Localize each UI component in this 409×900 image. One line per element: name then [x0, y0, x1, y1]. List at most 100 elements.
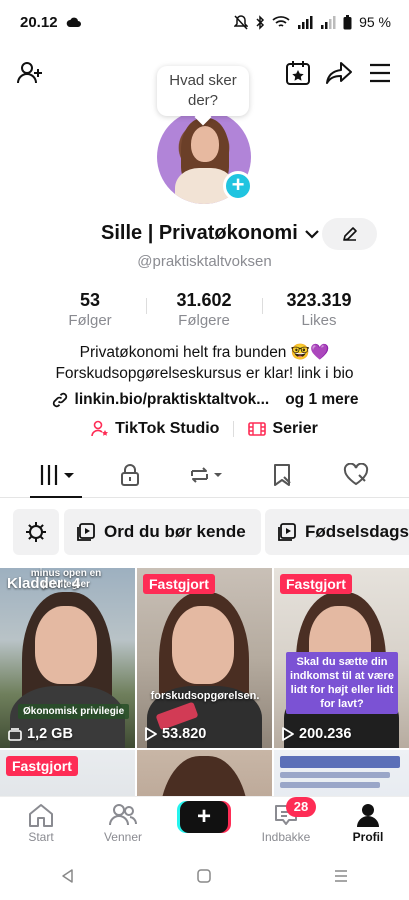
heart-icon	[343, 463, 369, 486]
stat-following[interactable]: 53 Følger	[35, 290, 145, 329]
stat-followers[interactable]: 31.602 Følgere	[149, 290, 259, 329]
playlist-icon	[77, 523, 95, 541]
stat-likes-value: 323.319	[286, 290, 352, 310]
bluetooth-icon	[256, 14, 265, 30]
tile-2-views: 53.820	[162, 726, 207, 742]
mute-bell-icon	[234, 14, 249, 30]
home-icon	[29, 804, 53, 827]
drafts-label: Kladder: 4	[7, 575, 81, 592]
bio-link-more[interactable]: og 1 mere	[285, 391, 358, 409]
back-icon[interactable]	[60, 868, 76, 884]
bio-link[interactable]: linkin.bio/praktisktaltvok...	[75, 391, 270, 409]
video-tile-drafts[interactable]: minus open en privilegier Kladder: 4 Øko…	[0, 568, 135, 748]
profile-name[interactable]: Sille | Privatøkonomi	[101, 222, 320, 245]
stat-likes[interactable]: 323.319 Likes	[264, 290, 374, 329]
film-icon	[248, 422, 267, 436]
stack-icon	[8, 728, 22, 741]
recents-icon[interactable]	[333, 868, 349, 884]
tile-3-views: 200.236	[299, 726, 352, 742]
battery-percent: 95 %	[359, 14, 391, 30]
tab-videos[interactable]	[38, 460, 78, 490]
note-bubble-line2: der?	[187, 92, 219, 109]
tile-2-caption: forskudsopgørelsen.	[150, 690, 260, 702]
edit-profile-button[interactable]	[322, 218, 377, 250]
playlist-icon-2	[278, 523, 296, 541]
bottom-navigation: Start Venner + Indbakke 28 Profil	[0, 796, 409, 852]
add-story-plus-icon[interactable]: +	[223, 171, 253, 201]
tile-1-meta: 1,2 GB	[8, 726, 73, 742]
stat-followers-label: Følgere	[178, 312, 230, 329]
tile-3-caption: Skal du sætte din indkomst til at være l…	[286, 652, 398, 714]
wifi-icon	[272, 16, 290, 27]
playlist-chips: Ord du bør kende Fødselsdags	[0, 509, 409, 555]
signal-icon	[298, 16, 313, 29]
signal-icon-2	[321, 16, 336, 29]
nav-friends[interactable]: Venner	[88, 802, 158, 844]
plus-icon: +	[196, 803, 211, 830]
tiktok-studio-button[interactable]: TikTok Studio	[91, 420, 219, 438]
pinned-badge-2: Fastgjort	[280, 574, 352, 594]
lock-icon	[121, 464, 139, 486]
video-tile-5[interactable]	[137, 750, 272, 796]
tile-1-caption: Økonomisk privilegie	[18, 704, 130, 719]
video-tile-pinned-1[interactable]: Fastgjort forskudsopgørelsen. 53.820	[137, 568, 272, 748]
menu-icon[interactable]	[368, 60, 392, 86]
tab-liked[interactable]	[336, 460, 376, 490]
video-tile-pinned-3[interactable]: Fastgjort	[0, 750, 135, 796]
chip-playlist-1-label: Ord du bør kende	[104, 522, 246, 541]
system-navigation	[0, 852, 409, 900]
video-tile-pinned-2[interactable]: Fastgjort Skal du sætte din indkomst til…	[274, 568, 409, 748]
profile-name-text: Sille | Privatøkonomi	[101, 222, 298, 244]
profile-bio: Privatøkonomi helt fra bunden 🤓💜 Forskud…	[0, 342, 409, 384]
series-label: Serier	[272, 420, 318, 437]
video-grid: minus open en privilegier Kladder: 4 Øko…	[0, 568, 409, 796]
status-time: 20.12	[20, 13, 58, 31]
profile-icon	[357, 804, 379, 827]
tab-private[interactable]	[110, 460, 150, 490]
grid-bars-icon	[40, 465, 74, 485]
nav-home-label: Start	[28, 830, 54, 844]
pinned-badge-1: Fastgjort	[143, 574, 215, 594]
tab-reposts[interactable]	[186, 460, 226, 490]
nav-profile-label: Profil	[352, 830, 384, 844]
nav-home[interactable]: Start	[6, 802, 76, 844]
home-square-icon[interactable]	[196, 868, 212, 884]
bookmark-icon	[274, 464, 291, 486]
chip-settings[interactable]	[13, 509, 59, 555]
note-bubble[interactable]: Hvad sker der?	[157, 66, 249, 116]
tile-2-meta: 53.820	[145, 726, 206, 742]
battery-icon	[343, 14, 352, 29]
link-icon	[52, 392, 67, 408]
stat-followers-value: 31.602	[176, 290, 232, 310]
chevron-down-icon	[305, 230, 320, 239]
pinned-badge-3: Fastgjort	[6, 756, 78, 776]
content-tabs	[0, 452, 409, 498]
cloud-icon	[66, 17, 81, 27]
chip-playlist-1[interactable]: Ord du bør kende	[64, 509, 261, 555]
video-tile-6[interactable]	[274, 750, 409, 796]
tab-favorites[interactable]	[262, 460, 302, 490]
nav-profile[interactable]: Profil	[333, 802, 403, 844]
calendar-star-icon[interactable]	[285, 60, 311, 86]
studio-person-icon	[91, 420, 109, 437]
tab-active-indicator	[30, 496, 82, 498]
profile-stats: 53 Følger 31.602 Følgere 323.319 Likes	[0, 290, 409, 330]
play-icon	[145, 727, 157, 741]
chip-playlist-2-label: Fødselsdags	[305, 522, 409, 541]
tile-1-size: 1,2 GB	[27, 726, 73, 742]
note-bubble-line1: Hvad sker	[169, 72, 237, 89]
status-bar: 20.12 95 %	[0, 0, 409, 44]
repost-icon	[191, 467, 222, 483]
chip-playlist-2[interactable]: Fødselsdags	[265, 509, 409, 555]
inbox-badge: 28	[286, 797, 316, 817]
tile-3-meta: 200.236	[282, 726, 351, 742]
gear-icon	[26, 522, 46, 542]
series-button[interactable]: Serier	[248, 420, 318, 438]
share-icon[interactable]	[325, 60, 353, 86]
create-plus-button[interactable]: +	[180, 801, 228, 833]
bio-line-2: Forskudsopgørelseskursus er klar! link i…	[55, 365, 354, 382]
pencil-icon	[342, 227, 357, 241]
nav-inbox-label: Indbakke	[261, 830, 311, 844]
add-friend-icon[interactable]	[17, 60, 43, 86]
stat-following-label: Følger	[68, 312, 112, 329]
